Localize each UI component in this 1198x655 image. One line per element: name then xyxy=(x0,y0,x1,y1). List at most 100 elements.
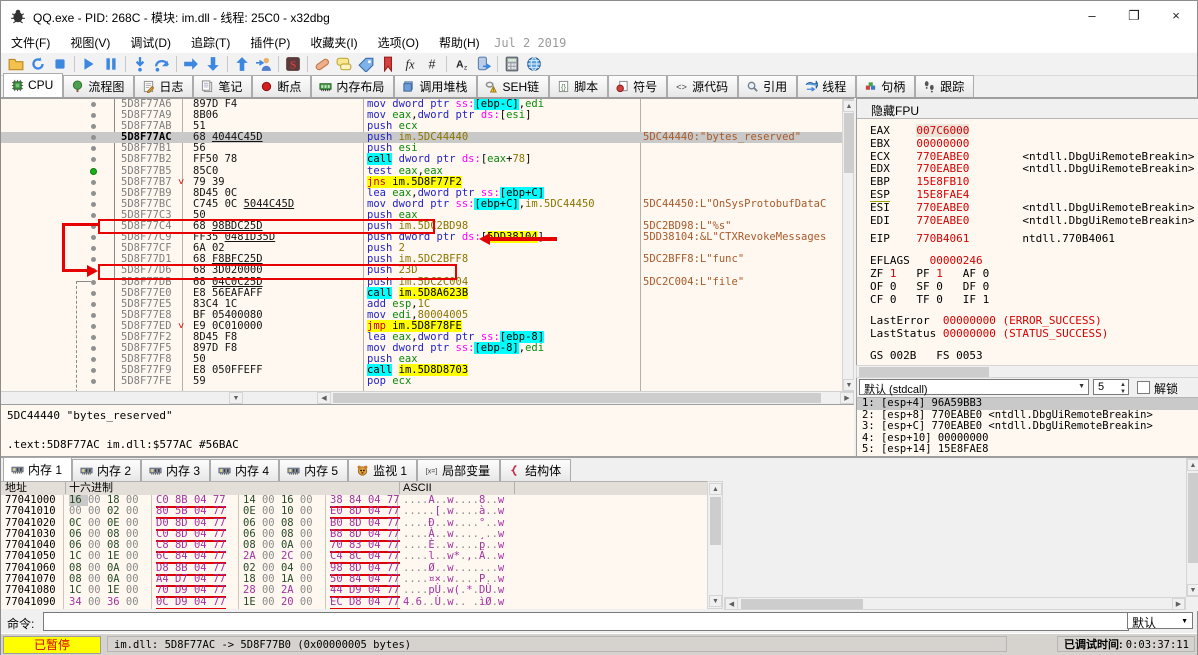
pause-icon[interactable] xyxy=(100,54,122,74)
row-dot-icon[interactable] xyxy=(91,190,96,196)
row-dot-icon[interactable] xyxy=(91,379,96,385)
tab-trace[interactable]: 跟踪 xyxy=(915,75,975,97)
row-dot-icon[interactable] xyxy=(91,113,96,119)
disasm-row[interactable]: 5D8F77B5 85C0 test eax,eax xyxy=(1,165,854,177)
step-into-icon[interactable] xyxy=(129,54,151,74)
tab-log[interactable]: 日志 xyxy=(134,75,194,97)
tab-dump-内存1[interactable]: 内存 1 xyxy=(3,457,73,481)
menu-h[interactable]: 帮助(H) xyxy=(429,31,490,53)
row-dot-icon[interactable] xyxy=(91,201,96,207)
unlock-checkbox[interactable] xyxy=(1137,381,1150,394)
labels-icon[interactable] xyxy=(355,54,377,74)
spinner-down-icon[interactable]: ▼ xyxy=(1120,389,1126,395)
disasm-hscrollbar[interactable]: ▼ ◀ ▶ xyxy=(1,391,854,405)
run-to-user-code-icon[interactable] xyxy=(253,54,275,74)
row-dot-icon[interactable] xyxy=(91,257,96,263)
tab-memmap[interactable]: 内存布局 xyxy=(311,75,395,97)
tab-seh[interactable]: ! SEH链 xyxy=(477,75,550,97)
tab-dump-内存3[interactable]: 内存 3 xyxy=(141,459,211,481)
tab-breakpoint[interactable]: 断点 xyxy=(252,75,312,97)
tab-watch-监视1[interactable]: 监视 1 xyxy=(348,459,418,481)
stack-hscrollbar[interactable]: ◀ ▶ xyxy=(724,597,1186,610)
row-dot-icon[interactable] xyxy=(91,357,96,363)
breakpoint-dot-icon[interactable] xyxy=(90,167,97,175)
tab-script[interactable]: {} 脚本 xyxy=(549,75,609,97)
skip-next-icon[interactable] xyxy=(202,54,224,74)
disassembly-pane[interactable]: 5D8F77A6 897D F4 mov dword ptr ss:[ebp-C],… xyxy=(1,98,854,392)
tab-locals-局部变量[interactable]: [x=] 局部变量 xyxy=(417,459,501,481)
row-dot-icon[interactable] xyxy=(91,235,96,241)
modules-icon[interactable] xyxy=(472,54,494,74)
row-dot-icon[interactable] xyxy=(91,279,96,285)
arguments-pane[interactable]: 1: [esp+4] 96A59BB3 2: [esp+8] 770EABE0 <… xyxy=(856,397,1198,457)
row-dot-icon[interactable] xyxy=(91,334,96,340)
execute-till-return-icon[interactable] xyxy=(180,54,202,74)
row-dot-icon[interactable] xyxy=(91,346,96,352)
restart-icon[interactable] xyxy=(27,54,49,74)
command-profile-dropdown[interactable]: 默认 ▼ xyxy=(1127,612,1193,630)
disasm-vscrollbar[interactable]: ▲ ▼ xyxy=(842,99,854,392)
command-input[interactable] xyxy=(43,612,1129,631)
row-dot-icon[interactable] xyxy=(91,179,96,185)
tab-source[interactable]: <> 源代码 xyxy=(667,75,739,97)
run-icon[interactable] xyxy=(78,54,100,74)
tab-dump-内存5[interactable]: 内存 5 xyxy=(279,459,349,481)
internet-icon[interactable] xyxy=(523,54,545,74)
register-line[interactable]: GS 002B FS 0053 xyxy=(857,349,1198,363)
row-dot-icon[interactable] xyxy=(91,212,96,218)
register-line[interactable]: CF 0 TF 0 IF 1 xyxy=(857,293,1198,307)
argument-row[interactable]: 5: [esp+14] 15E8FAE8 xyxy=(857,444,1198,456)
close-button[interactable]: × xyxy=(1155,1,1197,31)
tab-handles[interactable]: 句柄 xyxy=(856,75,916,97)
register-line[interactable]: EDI 770EABE0 <ntdll.DbgUiRemoteBreakin> xyxy=(857,214,1198,228)
tab-struct-结构体[interactable]: 结构体 xyxy=(500,459,572,481)
register-list[interactable]: EAX 007C6000 EBX 00000000 ECX 770EABE0 <nt… xyxy=(857,120,1198,366)
scylla-icon[interactable]: S xyxy=(282,54,304,74)
open-file-icon[interactable] xyxy=(5,54,27,74)
memory-row[interactable]: 77041090 34 00 36 00 0C D9 04 77 1E 00 20 0… xyxy=(1,595,707,609)
comments-icon[interactable] xyxy=(333,54,355,74)
tab-threads[interactable]: 线程 xyxy=(797,75,857,97)
stop-debug-icon[interactable] xyxy=(49,54,71,74)
menu-i[interactable]: 收藏夹(I) xyxy=(300,31,367,53)
register-hscrollbar[interactable] xyxy=(856,365,1198,378)
register-line[interactable]: LastStatus 00000000 (STATUS_SUCCESS) xyxy=(857,327,1198,341)
step-out-icon[interactable] xyxy=(231,54,253,74)
row-dot-icon[interactable] xyxy=(91,301,96,307)
menu-t[interactable]: 追踪(T) xyxy=(181,31,240,53)
menu-f[interactable]: 文件(F) xyxy=(1,31,60,53)
row-dot-icon[interactable] xyxy=(91,157,96,163)
menu-v[interactable]: 视图(V) xyxy=(60,31,120,53)
register-line[interactable]: EIP 770B4061 ntdll.770B4061 xyxy=(857,232,1198,246)
memory-vscrollbar[interactable]: ▲ ▼ xyxy=(707,481,723,609)
tab-callstack[interactable]: 调用堆栈 xyxy=(394,75,478,97)
tab-dump-内存2[interactable]: 内存 2 xyxy=(72,459,142,481)
disasm-row[interactable]: 5D8F77FE 59 pop ecx xyxy=(1,376,854,387)
row-dot-icon[interactable] xyxy=(91,246,96,252)
argument-row[interactable]: 1: [esp+4] 96A59BB3 xyxy=(857,397,1198,410)
menu-p[interactable]: 插件(P) xyxy=(240,31,300,53)
functions-icon[interactable]: fx xyxy=(399,54,421,74)
tab-notes[interactable]: 笔记 xyxy=(193,75,253,97)
patches-icon[interactable] xyxy=(311,54,333,74)
arg-count-spinner[interactable]: 5 ▲ ▼ xyxy=(1093,379,1129,395)
spinner-up-icon[interactable]: ▲ xyxy=(1120,382,1126,388)
tab-dump-内存4[interactable]: 内存 4 xyxy=(210,459,280,481)
row-dot-icon[interactable] xyxy=(91,290,96,296)
tab-references[interactable]: 引用 xyxy=(738,75,798,97)
menu-d[interactable]: 调试(D) xyxy=(120,31,181,53)
memory-dump[interactable]: 77041000 16 00 18 00 C0 8B 04 77 14 00 16 0… xyxy=(1,495,707,609)
row-dot-icon[interactable] xyxy=(91,312,96,318)
menu-o[interactable]: 选项(O) xyxy=(368,31,429,53)
row-dot-icon[interactable] xyxy=(91,323,96,329)
row-dot-icon[interactable] xyxy=(91,368,96,374)
bookmarks-icon[interactable] xyxy=(377,54,399,74)
row-dot-icon[interactable] xyxy=(91,146,96,152)
hide-fpu-button[interactable]: 隐藏FPU xyxy=(857,99,1198,119)
calling-convention-dropdown[interactable]: 默认 (stdcall) ▼ xyxy=(859,379,1089,396)
step-over-icon[interactable] xyxy=(151,54,173,74)
row-dot-icon[interactable] xyxy=(91,124,96,130)
tab-graph[interactable]: 流程图 xyxy=(63,75,135,97)
maximize-button[interactable]: ❐ xyxy=(1113,1,1155,31)
stack-vscrollbar[interactable]: ▲ ▼ xyxy=(1186,458,1198,597)
